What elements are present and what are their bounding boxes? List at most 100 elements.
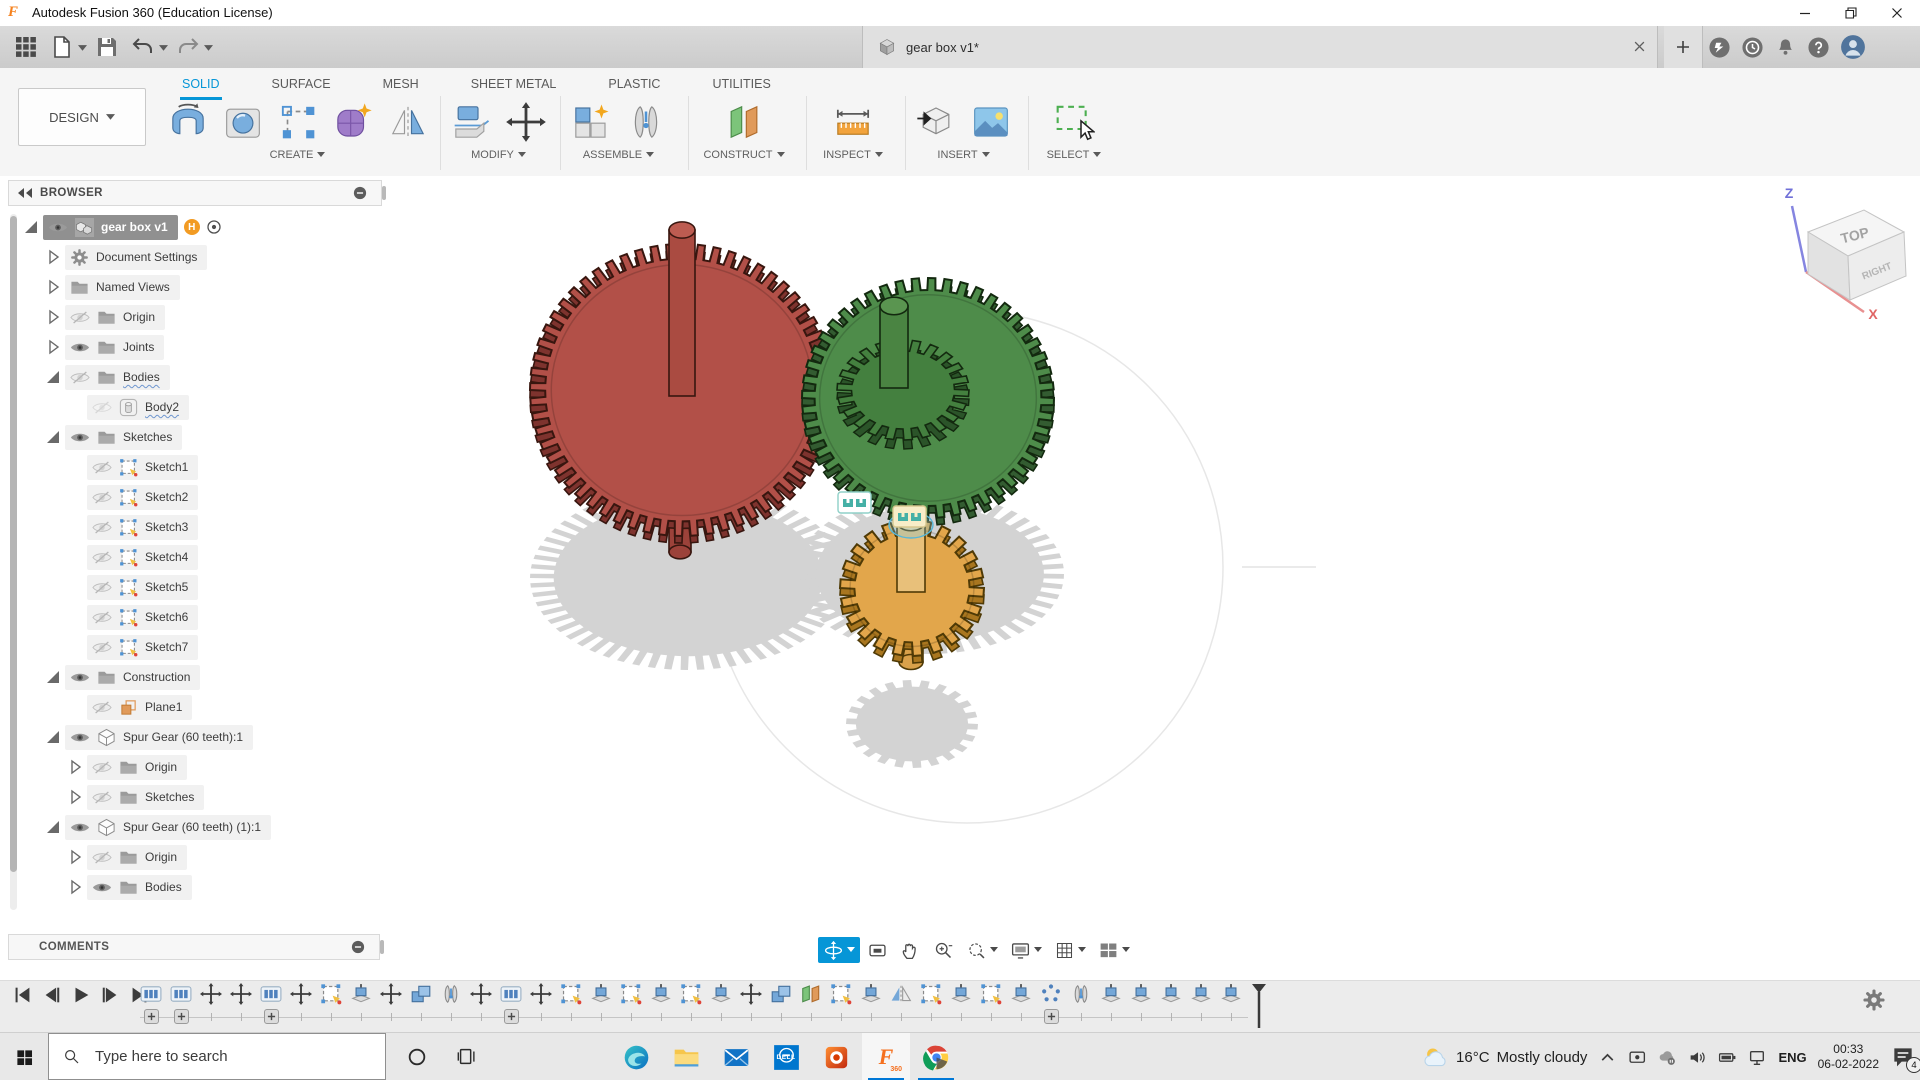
press-pull-icon[interactable] — [450, 101, 492, 143]
undo-icon[interactable] — [131, 35, 155, 59]
timeline-op-extrude[interactable] — [650, 983, 672, 1024]
timeline-group-expand-icon[interactable] — [1044, 1009, 1059, 1024]
timeline-op-move[interactable] — [380, 983, 402, 1024]
job-status-icon[interactable] — [1741, 36, 1764, 59]
save-icon[interactable] — [95, 35, 119, 59]
tree-item[interactable]: Origin — [87, 845, 187, 870]
browser-item-sketches[interactable]: Sketches — [8, 422, 380, 452]
weather-widget[interactable]: 16°C Mostly cloudy — [1422, 1044, 1587, 1071]
timeline-op-extrude[interactable] — [950, 983, 972, 1024]
collapse-arrow-icon[interactable] — [44, 818, 62, 836]
tree-item[interactable]: Sketch5 — [87, 575, 198, 600]
visibility-off-icon[interactable] — [92, 491, 112, 504]
visibility-on-icon[interactable] — [70, 341, 90, 354]
tree-item[interactable]: Plane1 — [87, 695, 192, 720]
look-at-button[interactable] — [862, 937, 893, 963]
create-menu[interactable]: CREATE — [270, 149, 326, 161]
tray-chevron-icon[interactable] — [1598, 1048, 1617, 1067]
assemble-menu[interactable]: ASSEMBLE — [583, 149, 654, 161]
browser-item-sketch5[interactable]: Sketch5 — [8, 572, 380, 602]
pan-button[interactable] — [895, 937, 926, 963]
timeline-op-extrude[interactable] — [590, 983, 612, 1024]
hold-badge[interactable]: H — [184, 219, 200, 235]
workspace-selector[interactable]: DESIGN — [18, 88, 146, 146]
visibility-off-icon[interactable] — [92, 581, 112, 594]
timeline-op-sketch[interactable] — [920, 983, 942, 1024]
expand-arrow-icon[interactable] — [44, 278, 62, 296]
tree-item[interactable]: Sketch1 — [87, 455, 198, 480]
collapse-arrow-icon[interactable] — [22, 218, 40, 236]
timeline-op-move[interactable] — [230, 983, 252, 1024]
browser-item-sketches[interactable]: Sketches — [8, 782, 380, 812]
timeline-op-extrude[interactable] — [710, 983, 732, 1024]
joint-icon[interactable] — [625, 101, 667, 143]
timeline-op-extrude[interactable] — [1190, 983, 1212, 1024]
timeline-step-forward-button[interactable] — [99, 984, 121, 1006]
expand-arrow-icon[interactable] — [66, 758, 84, 776]
browser-item-joints[interactable]: Joints — [8, 332, 380, 362]
timeline-op-move[interactable] — [530, 983, 552, 1024]
taskbar-app-dell[interactable]: DELL — [762, 1033, 810, 1080]
fit-button[interactable] — [961, 937, 1003, 963]
measure-icon[interactable] — [832, 101, 874, 143]
browser-item-sketch3[interactable]: Sketch3 — [8, 512, 380, 542]
insert-derive-icon[interactable] — [915, 101, 957, 143]
tree-item[interactable]: Body2 — [87, 395, 189, 420]
visibility-on-icon[interactable] — [70, 431, 90, 444]
new-component-icon[interactable] — [570, 101, 612, 143]
timeline-op-move[interactable] — [470, 983, 492, 1024]
tree-item[interactable]: Sketches — [87, 785, 204, 810]
timeline-op-extrude[interactable] — [1130, 983, 1152, 1024]
timeline-op-sketch[interactable] — [830, 983, 852, 1024]
timeline-op-plane[interactable] — [800, 983, 822, 1024]
hole-icon[interactable] — [222, 101, 264, 143]
timeline-op-sketch[interactable] — [560, 983, 582, 1024]
profile-icon[interactable] — [1840, 34, 1866, 60]
form-icon[interactable] — [332, 101, 374, 143]
tree-item[interactable]: Spur Gear (60 teeth):1 — [65, 725, 253, 750]
timeline-op-joint[interactable] — [1070, 983, 1092, 1024]
grid-button[interactable] — [1049, 937, 1091, 963]
timeline-settings-icon[interactable] — [1862, 988, 1886, 1012]
app-grid-icon[interactable] — [14, 35, 38, 59]
timeline-op-extrude[interactable] — [1100, 983, 1122, 1024]
browser-item-bodies[interactable]: Bodies — [8, 872, 380, 902]
timeline-position-marker[interactable] — [1250, 983, 1268, 1030]
action-center[interactable]: 4 — [1890, 1045, 1916, 1069]
browser-item-sketch2[interactable]: Sketch2 — [8, 482, 380, 512]
visibility-off-icon[interactable] — [92, 461, 112, 474]
timeline-op-extrude[interactable] — [350, 983, 372, 1024]
taskbar-app-mail[interactable] — [712, 1033, 760, 1080]
close-document-icon[interactable] — [1632, 39, 1647, 54]
visibility-dim-icon[interactable] — [92, 401, 112, 414]
collapse-arrow-icon[interactable] — [44, 428, 62, 446]
tree-item[interactable]: Sketch4 — [87, 545, 198, 570]
taskbar-search[interactable] — [48, 1033, 386, 1080]
redo-icon[interactable] — [176, 35, 200, 59]
model-canvas[interactable]: TOP RIGHT Z X BROWSER gear box v1HDocume… — [0, 176, 1920, 980]
comments-panel[interactable]: COMMENTS — [8, 934, 380, 960]
mirror-icon[interactable] — [387, 101, 429, 143]
notifications-icon[interactable] — [1774, 36, 1797, 59]
undo-dropdown-icon[interactable] — [159, 45, 168, 52]
browser-item-spur-gear-60-teeth-1[interactable]: Spur Gear (60 teeth):1 — [8, 722, 380, 752]
tree-item[interactable]: Spur Gear (60 teeth) (1):1 — [65, 815, 271, 840]
visibility-off-icon[interactable] — [70, 311, 90, 324]
timeline-op-sketch[interactable] — [680, 983, 702, 1024]
language-indicator[interactable]: ENG — [1778, 1050, 1806, 1065]
timeline-skip-start-button[interactable] — [12, 984, 34, 1006]
tree-item[interactable]: Sketch3 — [87, 515, 198, 540]
expand-arrow-icon[interactable] — [44, 338, 62, 356]
revolve-icon[interactable] — [167, 101, 209, 143]
browser-item-named-views[interactable]: Named Views — [8, 272, 380, 302]
browser-item-spur-gear-60-teeth-1-1[interactable]: Spur Gear (60 teeth) (1):1 — [8, 812, 380, 842]
start-button[interactable] — [0, 1033, 48, 1080]
panel-options-icon[interactable] — [353, 186, 367, 200]
minimize-button[interactable] — [1782, 0, 1828, 26]
timeline-op-move[interactable] — [740, 983, 762, 1024]
timeline-op-move[interactable] — [200, 983, 222, 1024]
joint-marker[interactable] — [838, 492, 871, 513]
move-icon[interactable] — [505, 101, 547, 143]
browser-item-origin[interactable]: Origin — [8, 752, 380, 782]
visibility-off-icon[interactable] — [92, 611, 112, 624]
